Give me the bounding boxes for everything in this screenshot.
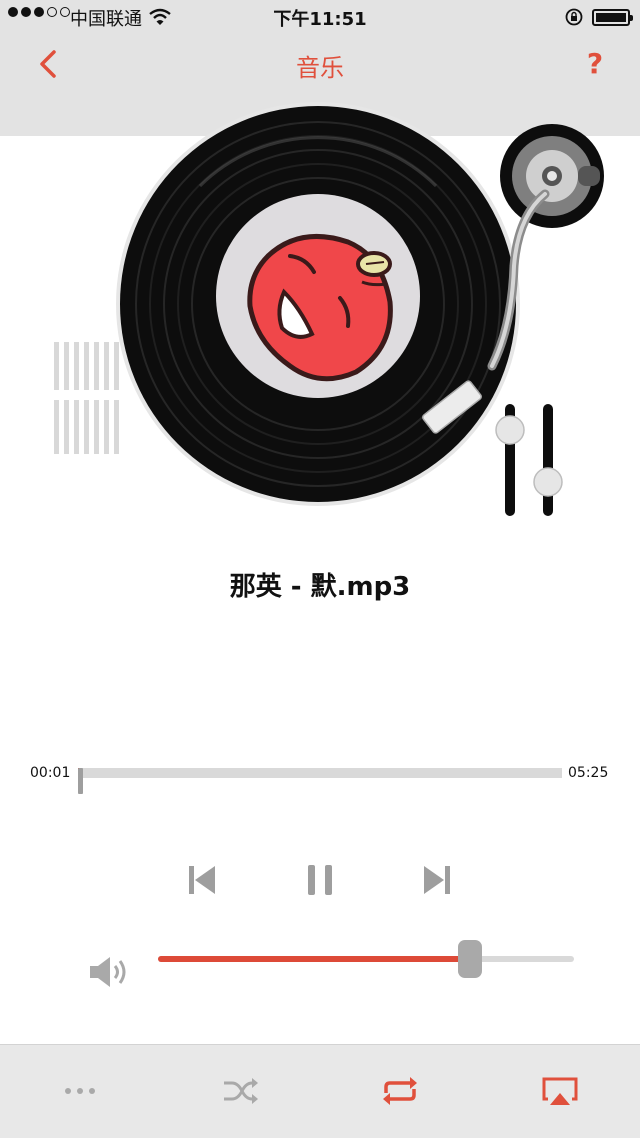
decorative-stripes: [54, 342, 119, 454]
turntable-sliders: [495, 404, 563, 516]
previous-track-button[interactable]: [183, 860, 223, 900]
song-title: 那英 - 默.mp3: [229, 572, 411, 602]
rotation-lock-icon: [565, 8, 583, 26]
airplay-icon[interactable]: [538, 1073, 582, 1109]
pause-button[interactable]: [300, 860, 340, 900]
progress-knob[interactable]: [78, 768, 84, 794]
repeat-icon[interactable]: [378, 1073, 422, 1109]
volume-knob[interactable]: [458, 940, 482, 978]
volume-icon: [90, 957, 126, 987]
bottom-toolbar: [0, 1044, 640, 1138]
status-time: 下午11:51: [273, 9, 367, 30]
page-title: 音乐: [296, 54, 344, 82]
vinyl-record: [116, 102, 520, 506]
more-icon[interactable]: [58, 1073, 102, 1109]
turntable-illustration: [54, 102, 604, 516]
current-time: 00:01: [30, 765, 71, 781]
help-button[interactable]: ?: [580, 44, 610, 84]
volume-fill: [158, 956, 470, 962]
shuffle-icon[interactable]: [218, 1073, 262, 1109]
battery-icon: [592, 9, 633, 26]
navigation-bar: 音乐 ?: [0, 34, 640, 94]
next-track-button[interactable]: [416, 860, 456, 900]
total-time: 05:25: [568, 765, 609, 781]
progress-bar[interactable]: [78, 768, 562, 794]
status-bar: 中国联通 下午11:51: [0, 0, 640, 34]
volume-slider[interactable]: [158, 940, 574, 978]
